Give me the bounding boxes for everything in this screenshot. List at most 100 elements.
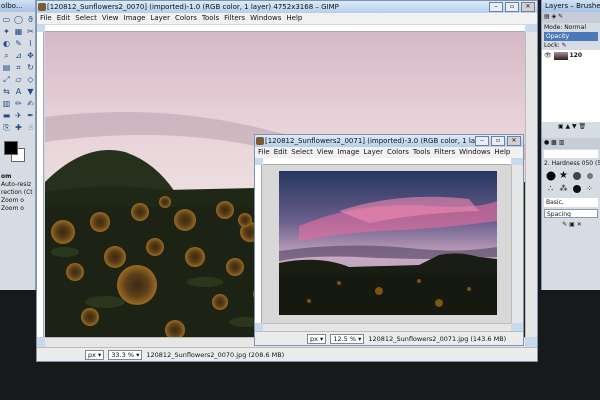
minimize-button[interactable]: ‒ (489, 2, 503, 12)
brushes-tab-icon[interactable]: ● (544, 139, 549, 146)
close-button[interactable]: ✕ (521, 2, 535, 12)
text-tool-icon[interactable]: A (13, 86, 24, 97)
minimize-button[interactable]: ‒ (475, 136, 489, 146)
menu-select[interactable]: Select (75, 13, 97, 24)
shear-tool-icon[interactable]: ▱ (13, 74, 24, 85)
menu-colors[interactable]: Colors (175, 13, 197, 24)
tool-options-line[interactable]: Zoom o (0, 205, 35, 213)
brush-texture-icon[interactable]: ⁘ (584, 183, 595, 194)
edit-brush-icon[interactable]: ✎ (562, 221, 567, 228)
brush-fuzzy-icon[interactable] (571, 170, 582, 181)
rotate-tool-icon[interactable]: ↻ (25, 62, 35, 73)
menu-layer[interactable]: Layer (150, 13, 170, 24)
menu-layer[interactable]: Layer (363, 147, 383, 158)
pencil-tool-icon[interactable]: ✏ (13, 98, 24, 109)
align-tool-icon[interactable]: ▤ (1, 62, 12, 73)
bucket-fill-tool-icon[interactable]: ▼ (25, 86, 35, 97)
mode-row[interactable]: Mode: Normal (542, 23, 600, 32)
vertical-scrollbar[interactable] (511, 165, 523, 323)
vertical-scrollbar[interactable] (525, 32, 537, 337)
clone-tool-icon[interactable]: ⎘ (1, 122, 12, 133)
brush-filter-input[interactable] (544, 150, 598, 158)
raise-layer-icon[interactable]: ▲ (565, 123, 570, 130)
rect-select-tool-icon[interactable]: ▭ (1, 14, 12, 25)
gradient-tool-icon[interactable]: ▥ (1, 98, 12, 109)
lower-layer-icon[interactable]: ▼ (572, 123, 577, 130)
fg-bg-color-selector[interactable] (2, 139, 33, 169)
delete-brush-icon[interactable]: ✕ (577, 221, 582, 228)
airbrush-tool-icon[interactable]: ✈ (13, 110, 24, 121)
eraser-tool-icon[interactable]: ▬ (1, 110, 12, 121)
maximize-button[interactable]: ▫ (491, 136, 505, 146)
lasso-tool-icon[interactable]: ϑ (25, 14, 35, 25)
horizontal-ruler[interactable] (45, 25, 525, 32)
tool-options-line[interactable]: Zoom o (0, 197, 35, 205)
scissors-tool-icon[interactable]: ✂ (25, 26, 35, 37)
menu-colors[interactable]: Colors (387, 147, 409, 158)
menu-view[interactable]: View (102, 13, 119, 24)
perspective-tool-icon[interactable]: ◇ (25, 74, 35, 85)
menu-filters[interactable]: Filters (434, 147, 455, 158)
brush-grid[interactable]: ★ ∴ ⁂ ⁘ (542, 168, 600, 196)
menu-image[interactable]: Image (124, 13, 146, 24)
brush-star-icon[interactable]: ★ (558, 170, 569, 181)
menu-file[interactable]: File (258, 147, 270, 158)
brush-splatter-icon[interactable] (571, 183, 582, 194)
close-button[interactable]: ✕ (507, 136, 521, 146)
patterns-tab-icon[interactable]: ▩ (551, 139, 557, 146)
opacity-row[interactable]: Opacity (544, 32, 598, 41)
layers-tab-icon[interactable]: ▤ (544, 13, 550, 20)
spacing-slider[interactable]: Spacing (544, 209, 598, 218)
new-layer-icon[interactable]: ▣ (558, 123, 564, 130)
channels-tab-icon[interactable]: ◈ (552, 13, 557, 20)
maximize-button[interactable]: ▫ (505, 2, 519, 12)
menu-select[interactable]: Select (291, 147, 313, 158)
menu-image[interactable]: Image (338, 147, 360, 158)
delete-layer-icon[interactable]: 🗑 (579, 123, 587, 130)
zoom-select[interactable]: 33.3 % ▾ (108, 349, 143, 360)
menu-tools[interactable]: Tools (413, 147, 430, 158)
zoom-tool-icon[interactable]: ⌕ (1, 50, 12, 61)
scale-tool-icon[interactable]: ⤢ (1, 74, 12, 85)
paths-tab-icon[interactable]: ✎ (558, 13, 563, 20)
unit-select[interactable]: px ▾ (85, 349, 105, 360)
crop-tool-icon[interactable]: ⌗ (13, 62, 24, 73)
tool-options-line[interactable]: Auto-resiz (0, 181, 35, 189)
main-titlebar[interactable]: [120812_Sunflowers2_0070] (imported)-1.0… (37, 1, 537, 13)
menu-edit[interactable]: Edit (57, 13, 71, 24)
menu-help[interactable]: Help (286, 13, 302, 24)
menu-edit[interactable]: Edit (274, 147, 288, 158)
vertical-ruler[interactable] (255, 165, 262, 323)
brush-dots-icon[interactable]: ∴ (545, 183, 556, 194)
layer-row[interactable]: 👁 120 (542, 50, 600, 62)
unit-select[interactable]: px ▾ (307, 333, 327, 344)
new-brush-icon[interactable]: ▣ (569, 221, 575, 228)
lock-pixels-icon[interactable]: ✎ (562, 42, 567, 49)
fuzzy-select-tool-icon[interactable]: ✦ (1, 26, 12, 37)
heal-tool-icon[interactable]: ✚ (13, 122, 24, 133)
move-tool-icon[interactable]: ✥ (25, 50, 35, 61)
color-select-tool-icon[interactable]: ▦ (13, 26, 24, 37)
gradients-tab-icon[interactable]: ▥ (559, 139, 565, 146)
paths-tool-icon[interactable]: ✎ (13, 38, 24, 49)
horizontal-ruler[interactable] (263, 158, 511, 165)
second-titlebar[interactable]: [120812_Sunflowers2_0071] (imported)-3.0… (255, 135, 523, 147)
zoom-select[interactable]: 12.5 % ▾ (330, 333, 365, 344)
paintbrush-tool-icon[interactable]: ✍ (25, 98, 35, 109)
menu-file[interactable]: File (40, 13, 52, 24)
image-canvas[interactable] (279, 171, 497, 315)
brush-soft-icon[interactable] (584, 170, 595, 181)
menu-tools[interactable]: Tools (202, 13, 219, 24)
vertical-ruler[interactable] (37, 32, 44, 337)
smudge-tool-icon[interactable]: ☝ (25, 122, 35, 133)
foreground-select-tool-icon[interactable]: ◐ (1, 38, 12, 49)
visibility-eye-icon[interactable]: 👁 (544, 52, 552, 59)
ellipse-select-tool-icon[interactable]: ◯ (13, 14, 24, 25)
menu-view[interactable]: View (317, 147, 334, 158)
color-picker-tool-icon[interactable]: ⌇ (25, 38, 35, 49)
horizontal-scrollbar[interactable] (263, 323, 511, 331)
brush-scatter-icon[interactable]: ⁂ (558, 183, 569, 194)
foreground-color-swatch[interactable] (4, 141, 18, 155)
flip-tool-icon[interactable]: ⇆ (1, 86, 12, 97)
measure-tool-icon[interactable]: ⊿ (13, 50, 24, 61)
